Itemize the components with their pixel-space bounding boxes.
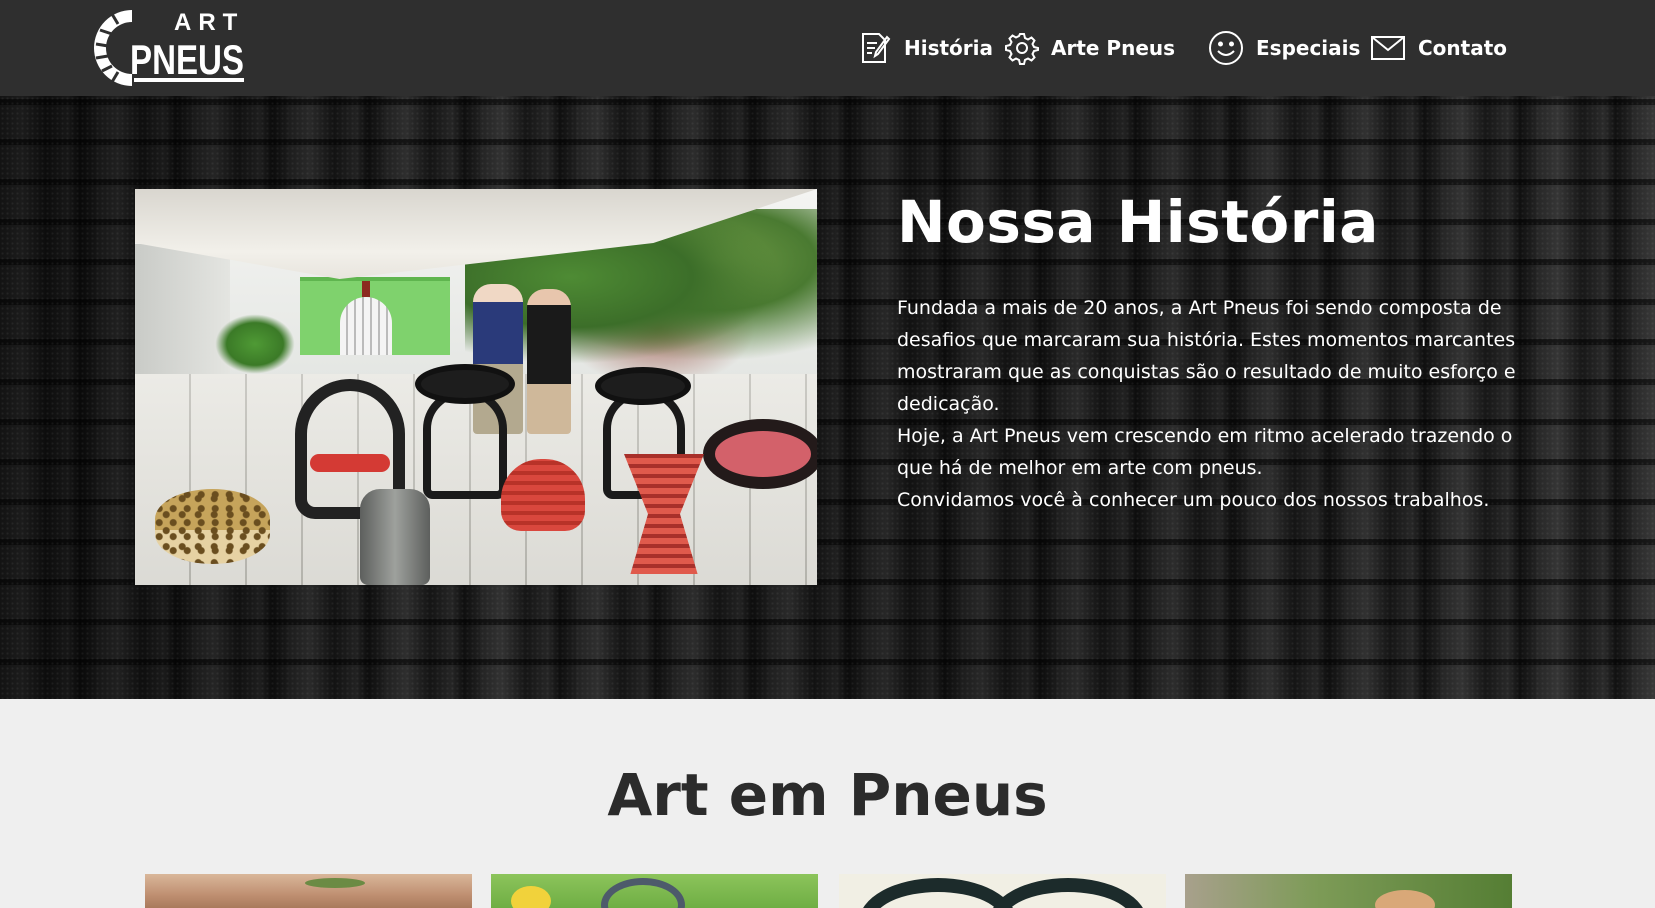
envelope-icon (1371, 36, 1405, 60)
history-paragraph: Convidamos você à conhecer um pouco dos … (897, 489, 1490, 511)
gallery-thumbnail[interactable] (145, 874, 472, 908)
history-hero-section: Nossa História Fundada a mais de 20 anos… (0, 96, 1655, 699)
nav-item-arte-pneus[interactable]: Arte Pneus (1005, 28, 1175, 68)
section-title: Art em Pneus (607, 761, 1048, 829)
history-paragraph: Fundada a mais de 20 anos, a Art Pneus f… (897, 297, 1516, 415)
gallery-thumbnail[interactable] (1185, 874, 1512, 908)
nav-item-label: História (904, 36, 994, 60)
top-navigation-bar: ART PNEUS História Arte Pneus Especiais (0, 0, 1655, 96)
art-pneus-logo[interactable]: ART PNEUS (94, 8, 250, 88)
history-photo (135, 189, 817, 585)
gear-icon (1005, 33, 1039, 65)
nav-item-label: Especiais (1256, 36, 1361, 60)
nav-item-historia[interactable]: História (858, 28, 993, 68)
art-em-pneus-section: Art em Pneus (0, 699, 1655, 908)
nav-item-label: Arte Pneus (1051, 36, 1176, 60)
nav-item-contato[interactable]: Contato (1370, 28, 1507, 68)
history-title: Nossa História (897, 188, 1379, 256)
history-paragraph: Hoje, a Art Pneus vem crescendo em ritmo… (897, 425, 1513, 479)
smiley-icon (1209, 31, 1243, 65)
svg-text:PNEUS: PNEUS (130, 36, 244, 83)
nav-item-label: Contato (1418, 36, 1508, 60)
svg-text:ART: ART (174, 9, 244, 36)
gallery-thumbnail[interactable] (839, 874, 1166, 908)
history-text: Fundada a mais de 20 anos, a Art Pneus f… (897, 292, 1517, 516)
nav-item-especiais[interactable]: Especiais (1208, 28, 1360, 68)
edit-document-icon (862, 33, 891, 63)
gallery-thumbnail[interactable] (491, 874, 818, 908)
